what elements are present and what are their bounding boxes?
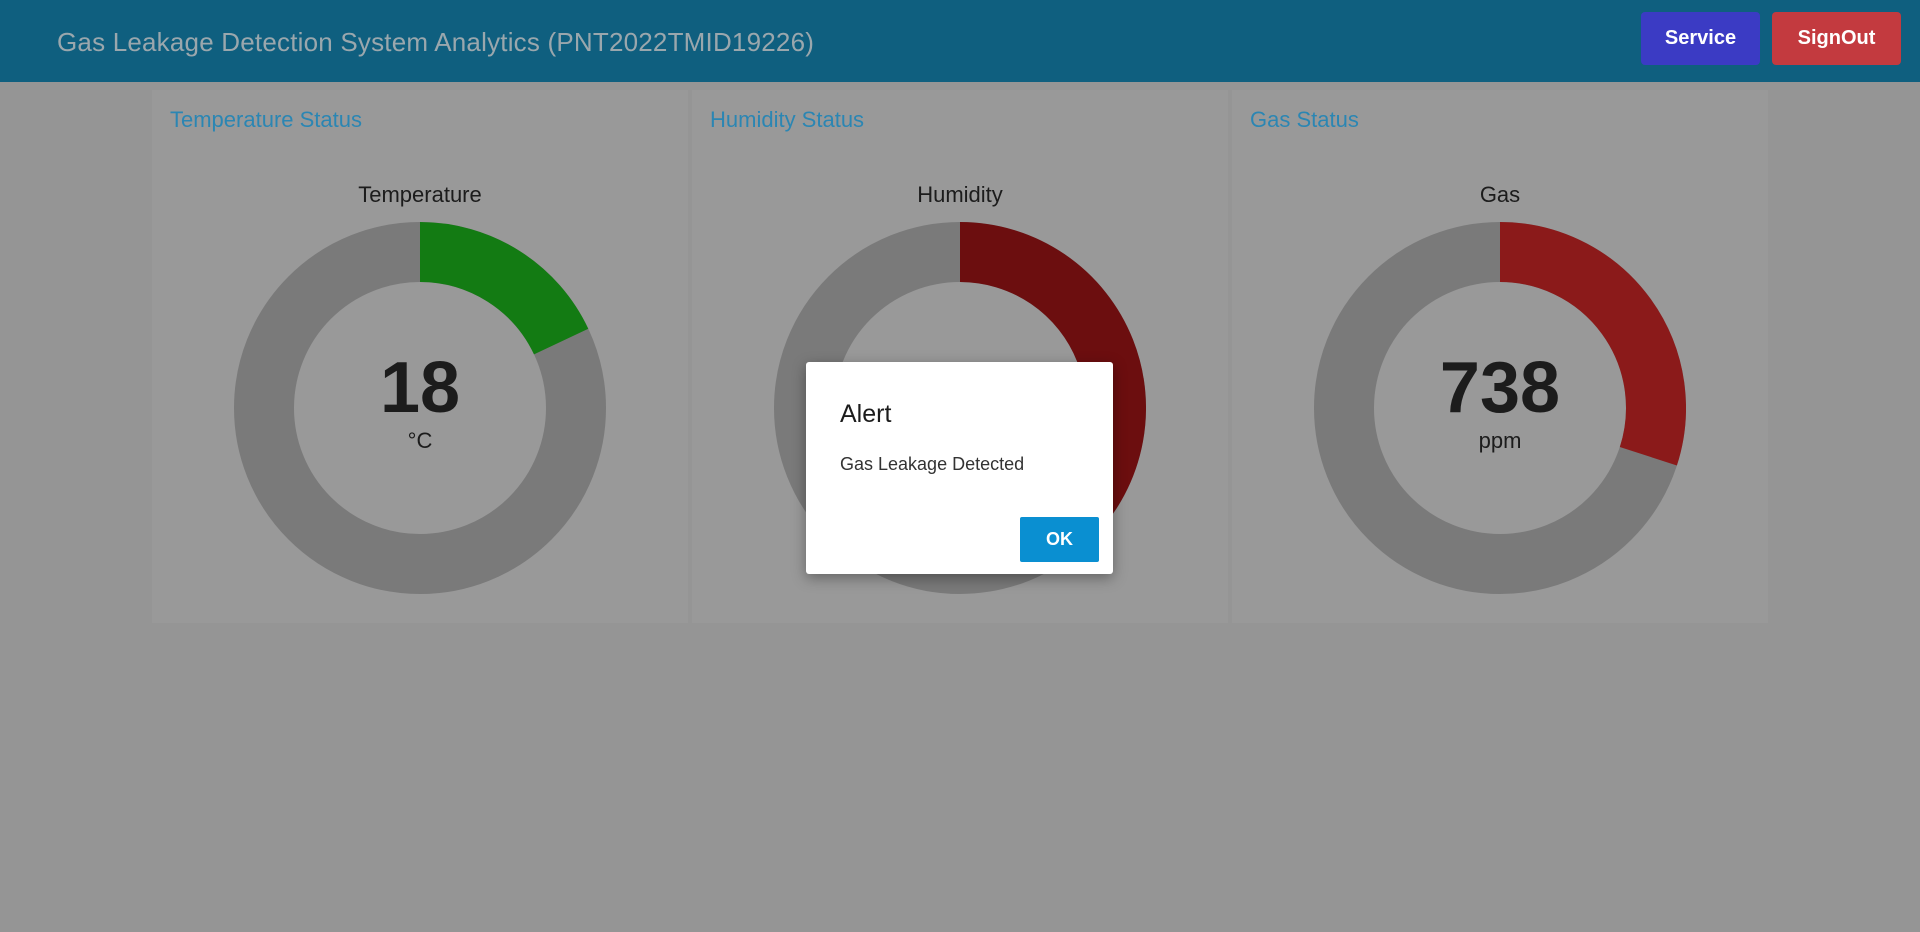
gas-gauge-label: Gas bbox=[1479, 182, 1521, 207]
temperature-value: 18 bbox=[379, 348, 461, 428]
gauge-fill-arc bbox=[419, 222, 589, 356]
temperature-card: Temperature Status Temperature 18 °C bbox=[152, 90, 688, 623]
alert-dialog: Alert Gas Leakage Detected OK bbox=[806, 362, 1113, 574]
temperature-unit: °C bbox=[407, 428, 433, 453]
gas-gauge: 738 ppm bbox=[1314, 222, 1686, 594]
gas-unit: ppm bbox=[1478, 428, 1522, 453]
signout-button[interactable]: SignOut bbox=[1772, 12, 1901, 65]
alert-dialog-message: Gas Leakage Detected bbox=[840, 454, 1025, 474]
humidity-gauge-label: Humidity bbox=[917, 182, 1003, 207]
humidity-card-title: Humidity Status bbox=[710, 107, 865, 132]
temperature-card-title: Temperature Status bbox=[170, 107, 362, 132]
app-title: Gas Leakage Detection System Analytics (… bbox=[57, 27, 815, 57]
top-navbar: Gas Leakage Detection System Analytics (… bbox=[0, 0, 1920, 82]
gas-card: Gas Status Gas 738 ppm bbox=[1232, 90, 1768, 623]
gas-card-title: Gas Status bbox=[1250, 107, 1359, 132]
alert-dialog-title: Alert bbox=[840, 400, 892, 428]
temperature-gauge-label: Temperature bbox=[358, 182, 482, 207]
temperature-gauge: 18 °C bbox=[234, 222, 606, 594]
gas-value: 738 bbox=[1439, 348, 1561, 428]
service-button[interactable]: Service bbox=[1641, 12, 1760, 65]
alert-ok-button[interactable]: OK bbox=[1020, 517, 1099, 562]
